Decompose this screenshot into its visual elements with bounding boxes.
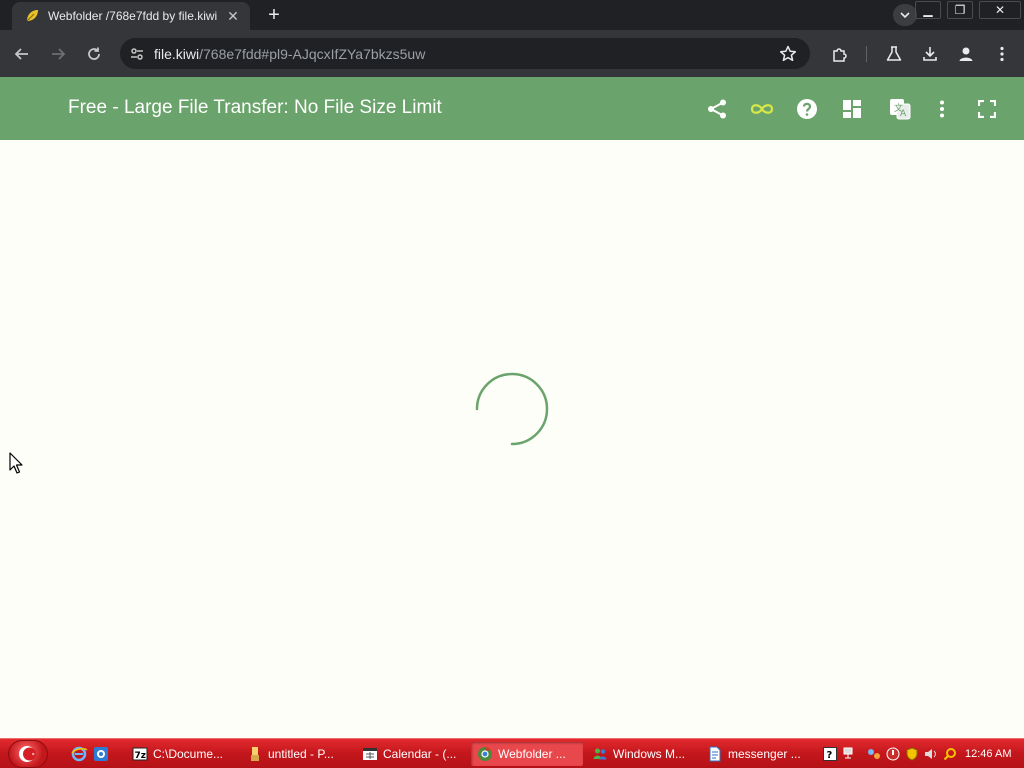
reload-icon <box>88 47 100 60</box>
crescent-star-icon <box>19 746 36 762</box>
search-icon[interactable] <box>942 746 958 762</box>
minimize-button[interactable]: ▁ <box>915 1 941 19</box>
extensions-icon[interactable] <box>828 42 852 66</box>
calendar-icon <box>362 746 378 762</box>
svg-text:A: A <box>900 109 907 119</box>
url-domain: file.kiwi <box>154 45 200 62</box>
network-icon[interactable] <box>841 746 857 762</box>
taskbar-item-paint[interactable]: untitled - P... <box>241 742 353 766</box>
taskbar-item-label: untitled - P... <box>268 747 334 761</box>
security-alert-icon[interactable] <box>885 746 901 762</box>
taskbar-item-label: messenger ... <box>728 747 801 761</box>
arrow-right-icon <box>52 48 66 60</box>
taskbar-item-windows-messenger[interactable]: Windows M... <box>586 742 698 766</box>
url-text: file.kiwi/768e7fdd#pl9-AJqcxIfZYa7bkzs5u… <box>154 46 425 62</box>
shield-icon[interactable] <box>904 746 920 762</box>
mouse-cursor-icon <box>9 452 23 474</box>
app-header: Free - Large File Transfer: No File Size… <box>0 77 1024 140</box>
profile-icon[interactable] <box>954 42 978 66</box>
reload-button[interactable] <box>82 42 106 66</box>
restore-button[interactable]: ❐ <box>947 1 973 19</box>
labs-flask-icon[interactable] <box>882 42 906 66</box>
browser-tab[interactable]: Webfolder /768e7fdd by file.kiwi ✕ <box>12 2 250 30</box>
tab-close-icon[interactable]: ✕ <box>224 8 242 25</box>
devices-icon[interactable] <box>866 746 882 762</box>
new-tab-button[interactable]: + <box>262 4 286 26</box>
forward-button[interactable] <box>46 42 70 66</box>
document-icon <box>707 746 723 762</box>
chevron-down-icon <box>900 12 910 19</box>
taskbar-item-calendar[interactable]: Calendar - (... <box>356 742 468 766</box>
svg-text:?: ? <box>827 750 833 761</box>
back-button[interactable] <box>10 42 34 66</box>
translate-icon[interactable]: 文A <box>887 96 913 122</box>
svg-text:7z: 7z <box>135 751 147 761</box>
main-content <box>0 140 1024 738</box>
taskbar: 7z C:\Docume... untitled - P... Calendar… <box>0 738 1024 768</box>
more-vertical-icon[interactable] <box>929 96 955 122</box>
fullscreen-icon[interactable] <box>974 96 1000 122</box>
browser-menu-icon[interactable] <box>990 42 1014 66</box>
address-bar[interactable]: file.kiwi/768e7fdd#pl9-AJqcxIfZYa7bkzs5u… <box>120 38 810 69</box>
help-icon[interactable]: ? <box>822 746 838 762</box>
taskbar-item-label: Windows M... <box>613 747 686 761</box>
kiwi-favicon-icon <box>24 8 40 24</box>
taskbar-item-label: Calendar - (... <box>383 747 457 761</box>
toolbar-separator <box>866 46 867 62</box>
taskbar-item-label: Webfolder ... <box>498 747 566 761</box>
system-tray: ? 12:46 AM <box>822 742 1024 766</box>
downloads-icon[interactable] <box>918 42 942 66</box>
browser-tab-strip: Webfolder /768e7fdd by file.kiwi ✕ + ▁ ❐… <box>0 0 1024 30</box>
messenger-icon <box>592 746 608 762</box>
browser-toolbar: file.kiwi/768e7fdd#pl9-AJqcxIfZYa7bkzs5u… <box>0 30 1024 77</box>
dashboard-icon[interactable] <box>839 96 865 122</box>
window-controls: ▁ ❐ ✕ <box>912 0 1024 20</box>
share-icon[interactable] <box>704 96 730 122</box>
help-icon[interactable] <box>794 96 820 122</box>
url-path: /768e7fdd#pl9-AJqcxIfZYa7bkzs5uw <box>199 45 426 62</box>
close-window-button[interactable]: ✕ <box>979 1 1021 19</box>
volume-icon[interactable] <box>923 746 939 762</box>
site-settings-icon[interactable] <box>128 45 146 63</box>
arrow-left-icon <box>14 48 28 60</box>
infinity-icon[interactable] <box>749 96 775 122</box>
paint-icon <box>247 746 263 762</box>
taskbar-item-label: C:\Docume... <box>153 747 224 761</box>
tab-title: Webfolder /768e7fdd by file.kiwi <box>48 9 218 23</box>
clock: 12:46 AM <box>965 748 1012 760</box>
taskbar-item-7zip[interactable]: 7z C:\Docume... <box>126 742 238 766</box>
internet-explorer-icon[interactable] <box>70 745 88 763</box>
page-title: Free - Large File Transfer: No File Size… <box>68 97 442 118</box>
outlook-express-icon[interactable] <box>92 745 110 763</box>
taskbar-item-webfolder[interactable]: Webfolder ... <box>471 742 583 766</box>
taskbar-item-messenger-doc[interactable]: messenger ... <box>701 742 813 766</box>
loading-spinner <box>475 372 549 446</box>
bookmark-star-icon[interactable] <box>778 44 798 64</box>
7zip-icon: 7z <box>132 746 148 762</box>
start-button[interactable] <box>8 740 48 768</box>
chrome-icon <box>477 746 493 762</box>
